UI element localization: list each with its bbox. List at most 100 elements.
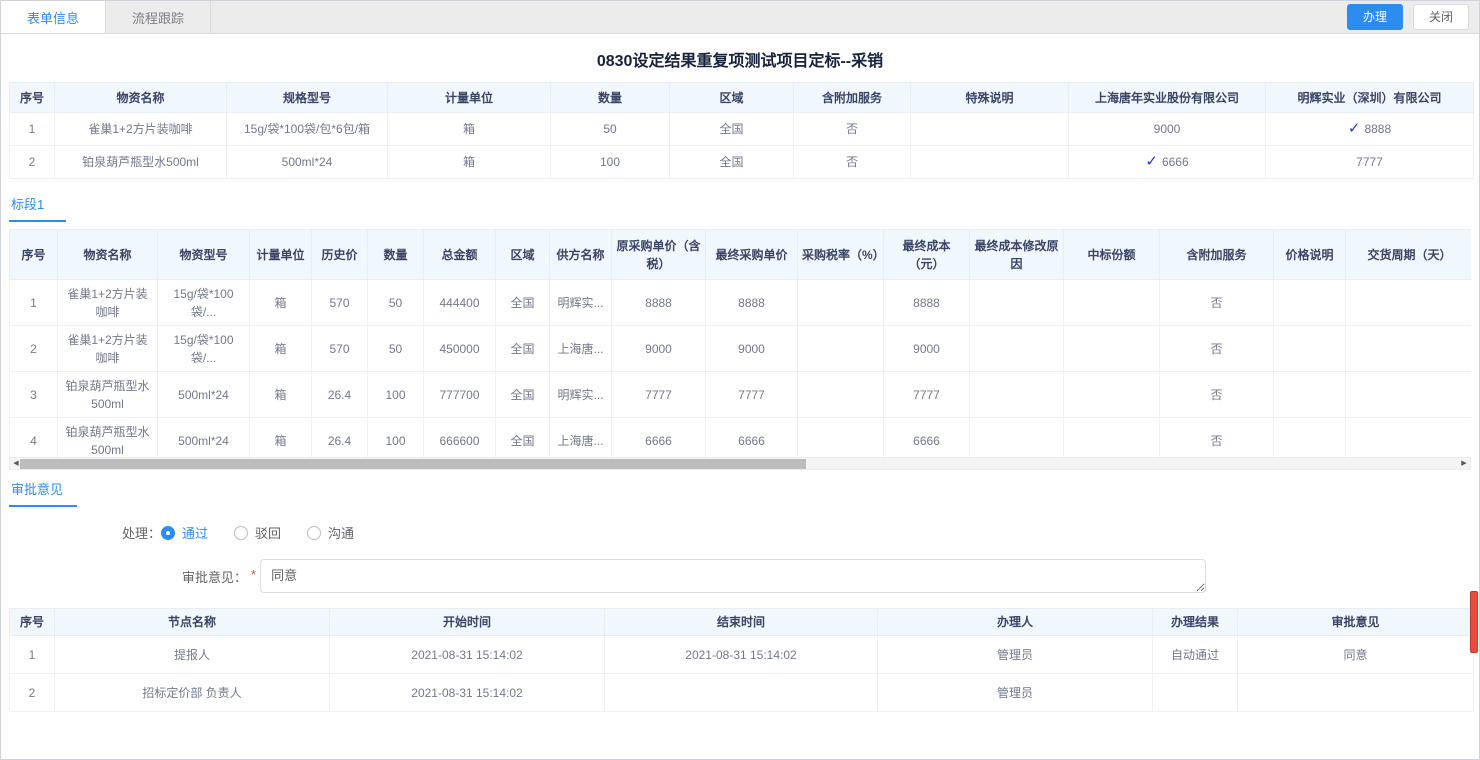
column-header: 区域 <box>670 83 794 113</box>
radio-checked-icon[interactable] <box>161 526 175 540</box>
vertical-scrollbar-thumb[interactable] <box>1470 591 1478 653</box>
table-cell: 1 <box>10 636 55 674</box>
main-content: 0830设定结果重复项测试项目定标--采销 序号 物资名称 规格型号 计量单位 … <box>1 47 1479 712</box>
table-cell <box>798 372 884 418</box>
process-radio-group: 通过 驳回 沟通 <box>161 523 380 542</box>
table-cell: 15g/袋*100袋/... <box>158 280 250 326</box>
table-cell: 6666 <box>884 418 970 458</box>
table-cell: 2 <box>10 326 58 372</box>
table-cell: 全国 <box>496 418 550 458</box>
column-header: 序号 <box>10 230 58 280</box>
column-header: 开始时间 <box>330 609 605 636</box>
opinion-textarea[interactable]: 同意 <box>260 559 1206 593</box>
table-cell: 15g/袋*100袋/... <box>158 326 250 372</box>
horizontal-scrollbar[interactable]: ◀ ▶ <box>9 457 1471 470</box>
opinion-label: 审批意见： <box>9 559 247 586</box>
column-header: 区域 <box>496 230 550 280</box>
radio-option-communicate[interactable]: 沟通 <box>307 523 354 542</box>
table-cell: 铂泉葫芦瓶型水500ml <box>55 146 227 179</box>
table-cell: 500ml*24 <box>158 418 250 458</box>
history-price-link[interactable]: 26.4 <box>312 372 368 418</box>
table-cell: 全国 <box>670 113 794 146</box>
supplier-quote-cell: 7777 <box>1266 146 1474 179</box>
table-cell: 7777 <box>612 372 706 418</box>
supplier-quote-cell: ✓8888 <box>1266 113 1474 146</box>
radio-unchecked-icon[interactable] <box>307 526 321 540</box>
table-cell <box>1064 326 1160 372</box>
radio-label[interactable]: 驳回 <box>255 523 281 542</box>
table-cell: 全国 <box>670 146 794 179</box>
table-cell: 2021-08-31 15:14:02 <box>330 674 605 712</box>
table-cell: 50 <box>368 280 424 326</box>
table-row: 1 雀巢1+2方片装咖啡 15g/袋*100袋/包*6包/箱 箱 50 全国 否… <box>10 113 1474 146</box>
supplier-quote-cell: 9000 <box>1069 113 1266 146</box>
flow-table-wrap: 序号 节点名称 开始时间 结束时间 办理人 办理结果 审批意见 1 提报人 20… <box>9 608 1471 712</box>
table-cell <box>970 372 1064 418</box>
column-header: 办理人 <box>878 609 1153 636</box>
opinion-row: 审批意见： * 同意 <box>9 559 1471 593</box>
table-cell: 箱 <box>250 418 312 458</box>
radio-option-reject[interactable]: 驳回 <box>234 523 281 542</box>
table-cell: 500ml*24 <box>158 372 250 418</box>
quote-value: 8888 <box>1364 122 1391 136</box>
table-cell: 上海唐... <box>550 326 612 372</box>
table-cell: 8888 <box>884 280 970 326</box>
table-cell: 箱 <box>250 280 312 326</box>
column-header: 采购税率（%） <box>798 230 884 280</box>
column-header: 最终成本（元） <box>884 230 970 280</box>
table-cell: 7777 <box>706 372 798 418</box>
required-asterisk: * <box>251 567 256 582</box>
flow-header-row: 序号 节点名称 开始时间 结束时间 办理人 办理结果 审批意见 <box>10 609 1474 636</box>
winner-check-icon: ✓ <box>1348 120 1361 137</box>
table-cell <box>605 674 878 712</box>
table-cell: 否 <box>794 146 911 179</box>
table-cell: 4 <box>10 418 58 458</box>
column-header-supplier-minghui: 明辉实业（深圳）有限公司 <box>1266 83 1474 113</box>
process-row: 处理： 通过 驳回 沟通 <box>122 523 1471 542</box>
table-cell <box>1274 280 1346 326</box>
column-header: 原采购单价（含税） <box>612 230 706 280</box>
table-cell <box>798 418 884 458</box>
radio-unchecked-icon[interactable] <box>234 526 248 540</box>
table-cell <box>911 113 1069 146</box>
radio-label[interactable]: 通过 <box>182 523 208 542</box>
column-header: 含附加服务 <box>1160 230 1274 280</box>
column-header: 计量单位 <box>388 83 551 113</box>
table-cell: 提报人 <box>55 636 330 674</box>
table-cell <box>911 146 1069 179</box>
column-header: 序号 <box>10 609 55 636</box>
table-cell <box>1346 326 1472 372</box>
table-cell: 雀巢1+2方片装咖啡 <box>55 113 227 146</box>
column-header: 交货周期（天） <box>1346 230 1472 280</box>
table-cell: 777700 <box>424 372 496 418</box>
tab-approval-opinion[interactable]: 审批意见 <box>9 479 77 507</box>
table-cell: 管理员 <box>878 674 1153 712</box>
tab-lot-1[interactable]: 标段1 <box>9 194 66 222</box>
supplier-quote-cell: ✓6666 <box>1069 146 1266 179</box>
process-button[interactable]: 办理 <box>1347 4 1403 30</box>
process-label: 处理： <box>122 523 161 542</box>
table-row: 2 雀巢1+2方片装咖啡 15g/袋*100袋/... 箱 570 50 450… <box>10 326 1472 372</box>
header-actions: 办理 关闭 <box>1347 1 1479 33</box>
table-cell: 自动通过 <box>1153 636 1238 674</box>
table-cell: 否 <box>794 113 911 146</box>
tab-form-info[interactable]: 表单信息 <box>1 1 106 33</box>
summary-table: 序号 物资名称 规格型号 计量单位 数量 区域 含附加服务 特殊说明 上海唐年实… <box>9 82 1474 179</box>
table-cell <box>1064 280 1160 326</box>
tab-process-track[interactable]: 流程跟踪 <box>106 1 211 33</box>
close-button[interactable]: 关闭 <box>1413 4 1469 30</box>
table-cell: 15g/袋*100袋/包*6包/箱 <box>227 113 388 146</box>
table-cell: 否 <box>1160 280 1274 326</box>
table-cell: 100 <box>368 372 424 418</box>
radio-label[interactable]: 沟通 <box>328 523 354 542</box>
approval-form: 处理： 通过 驳回 沟通 审批意见： * 同意 <box>9 523 1471 593</box>
history-price-link[interactable]: 570 <box>312 280 368 326</box>
scroll-right-icon[interactable]: ▶ <box>1458 458 1470 469</box>
column-header: 中标份额 <box>1064 230 1160 280</box>
horizontal-scrollbar-thumb[interactable] <box>20 459 806 469</box>
history-price-link[interactable]: 570 <box>312 326 368 372</box>
quote-value: 9000 <box>1154 122 1181 136</box>
table-cell: 100 <box>368 418 424 458</box>
history-price-link[interactable]: 26.4 <box>312 418 368 458</box>
radio-option-approve[interactable]: 通过 <box>161 523 208 542</box>
